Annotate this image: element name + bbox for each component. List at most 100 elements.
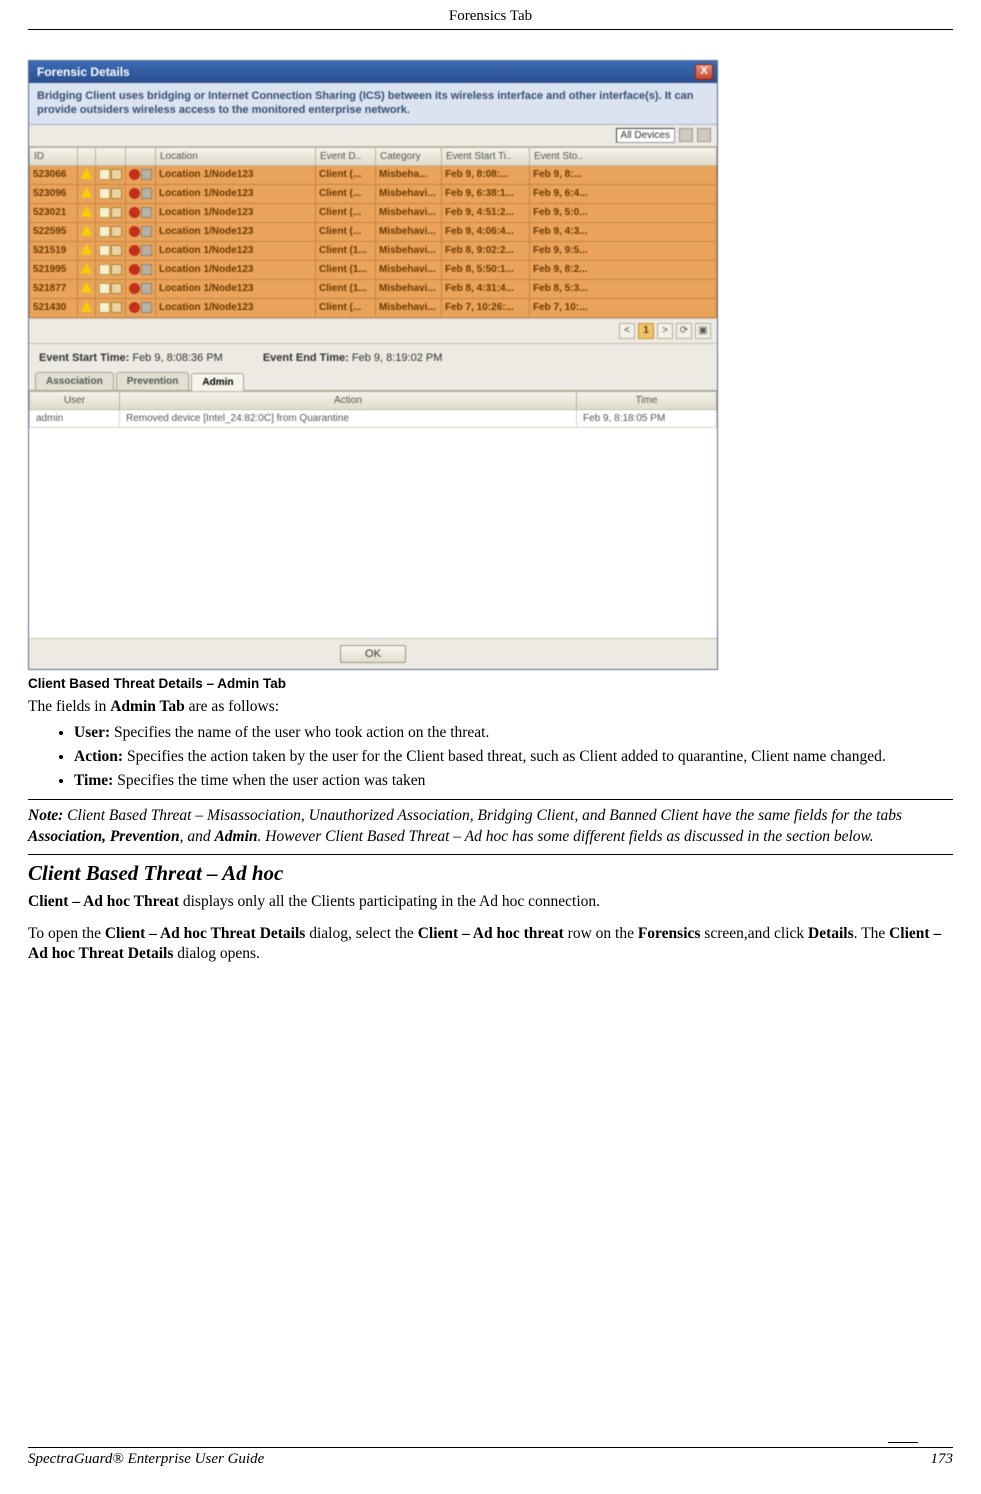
list-item: Time: Specifies the time when the user a… [74, 771, 953, 791]
table-row[interactable]: 523066Location 1/Node123Client (...Misbe… [30, 165, 717, 184]
forensic-details-dialog: Forensic Details X Bridging Client uses … [28, 60, 718, 670]
table-row[interactable]: 521430Location 1/Node123Client (...Misbe… [30, 298, 717, 317]
admin-row[interactable]: admin Removed device [Intel_24:82:0C] fr… [30, 409, 717, 427]
device-icon [141, 188, 152, 199]
divider [28, 854, 953, 855]
pager-current[interactable]: 1 [638, 323, 654, 339]
field-label: User: [74, 724, 110, 741]
note-mid: , and [180, 828, 215, 845]
end-time-label: Event End Time: [263, 352, 349, 364]
col-id[interactable]: ID [30, 147, 78, 165]
lock-icon [111, 283, 122, 294]
stop-icon [129, 226, 140, 237]
field-text: Specifies the action taken by the user f… [123, 748, 886, 765]
admin-user: admin [30, 409, 120, 427]
stop-icon [129, 188, 140, 199]
pager-next-icon[interactable]: > [657, 323, 673, 339]
stop-icon [129, 302, 140, 313]
page-footer: SpectraGuard® Enterprise User Guide 173 [28, 1447, 953, 1468]
col-stop[interactable]: Event Sto.. [530, 147, 717, 165]
col-flag1[interactable] [78, 147, 96, 165]
col-start[interactable]: Event Start Ti.. [442, 147, 530, 165]
pager-export-icon[interactable]: ▣ [695, 323, 711, 339]
tab-association[interactable]: Association [35, 372, 114, 390]
col-location[interactable]: Location [156, 147, 316, 165]
intro-bold: Admin Tab [110, 698, 185, 715]
admin-empty-area [29, 428, 717, 638]
dialog-description: Bridging Client uses bridging or Interne… [29, 83, 717, 125]
field-list: User: Specifies the name of the user who… [74, 723, 953, 791]
note-paragraph: Note: Client Based Threat – Misassociati… [28, 806, 953, 848]
end-time-value: Feb 9, 8:19:02 PM [352, 352, 443, 364]
col-flag2[interactable] [96, 147, 126, 165]
stop-icon [129, 245, 140, 256]
admin-col-time[interactable]: Time [577, 391, 717, 409]
stop-icon [129, 283, 140, 294]
admin-col-action[interactable]: Action [120, 391, 577, 409]
p2-d: row on the [564, 925, 638, 942]
table-row[interactable]: 521519Location 1/Node123Client (1...Misb… [30, 241, 717, 260]
field-label: Action: [74, 748, 123, 765]
ok-button[interactable]: OK [340, 645, 406, 663]
adhoc-p2: To open the Client – Ad hoc Threat Detai… [28, 924, 953, 964]
device-filter-select[interactable]: All Devices [616, 128, 675, 143]
col-flag3[interactable] [126, 147, 156, 165]
p1-bold: Client – Ad hoc Threat [28, 893, 179, 910]
start-time-value: Feb 9, 8:08:36 PM [132, 352, 223, 364]
p2-b1: Client – Ad hoc Threat Details [105, 925, 306, 942]
table-row[interactable]: 522595Location 1/Node123Client (...Misbe… [30, 222, 717, 241]
section-heading: Client Based Threat – Ad hoc [28, 861, 953, 886]
status-icon [99, 283, 110, 294]
intro-paragraph: The fields in Admin Tab are as follows: [28, 697, 953, 717]
filter-icon[interactable] [679, 128, 693, 142]
status-icon [99, 226, 110, 237]
filter-row: All Devices [29, 125, 717, 147]
refresh-icon[interactable] [697, 128, 711, 142]
page-header: Forensics Tab [28, 0, 953, 30]
warning-icon [81, 206, 92, 217]
admin-col-user[interactable]: User [30, 391, 120, 409]
lock-icon [111, 169, 122, 180]
lock-icon [111, 245, 122, 256]
col-event[interactable]: Event D.. [316, 147, 376, 165]
p2-b3: Forensics [638, 925, 701, 942]
field-text: Specifies the name of the user who took … [110, 724, 489, 741]
note-bold: Admin [214, 828, 257, 845]
events-table: ID Location Event D.. Category Event Sta… [29, 147, 717, 318]
device-icon [141, 169, 152, 180]
warning-icon [81, 301, 92, 312]
warning-icon [81, 282, 92, 293]
table-row[interactable]: 523096Location 1/Node123Client (...Misbe… [30, 184, 717, 203]
tab-admin[interactable]: Admin [191, 373, 244, 391]
status-icon [99, 245, 110, 256]
field-label: Time: [74, 772, 113, 789]
dialog-title: Forensic Details [37, 65, 130, 79]
tab-prevention[interactable]: Prevention [116, 372, 190, 390]
status-icon [99, 188, 110, 199]
stop-icon [129, 264, 140, 275]
warning-icon [81, 263, 92, 274]
lock-icon [111, 264, 122, 275]
admin-time: Feb 9, 8:18:05 PM [577, 409, 717, 427]
table-row[interactable]: 521995Location 1/Node123Client (1...Misb… [30, 260, 717, 279]
table-row[interactable]: 523021Location 1/Node123Client (...Misbe… [30, 203, 717, 222]
warning-icon [81, 225, 92, 236]
status-icon [99, 264, 110, 275]
lock-icon [111, 226, 122, 237]
col-category[interactable]: Category [376, 147, 442, 165]
pager-prev-icon[interactable]: < [619, 323, 635, 339]
note-bold: Association, Prevention [28, 828, 180, 845]
warning-icon [81, 187, 92, 198]
p2-f: . The [854, 925, 889, 942]
footer-title: SpectraGuard® Enterprise User Guide [28, 1451, 264, 1468]
intro-tail: are as follows: [185, 698, 279, 715]
table-row[interactable]: 521877Location 1/Node123Client (1...Misb… [30, 279, 717, 298]
lock-icon [111, 302, 122, 313]
pager-more-icon[interactable]: ⟳ [676, 323, 692, 339]
note-body: Client Based Threat – Misassociation, Un… [63, 807, 902, 824]
device-icon [141, 226, 152, 237]
note-label: Note: [28, 807, 63, 824]
close-icon[interactable]: X [695, 64, 713, 80]
dialog-button-row: OK [29, 638, 717, 669]
p2-b4: Details [808, 925, 854, 942]
